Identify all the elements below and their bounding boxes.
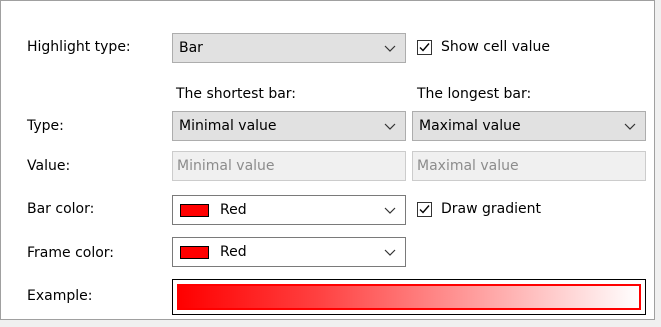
chevron-down-icon [384,249,396,256]
checkmark-icon [419,43,430,52]
example-preview [172,279,646,315]
bar-color-swatch [180,204,209,217]
example-label: Example: [27,288,93,304]
frame-color-swatch [180,246,209,259]
show-cell-value-checkbox[interactable] [417,40,432,55]
longest-type-value: Maximal value [419,118,521,134]
show-cell-value-label: Show cell value [441,39,551,55]
draw-gradient-label: Draw gradient [441,201,541,217]
value-label: Value: [27,158,71,174]
highlight-type-value: Bar [179,40,203,56]
longest-value-placeholder: Maximal value [417,158,519,174]
shortest-value-placeholder: Minimal value [177,158,275,174]
frame-color-label: Frame color: [27,245,115,261]
highlight-type-label: Highlight type: [27,39,131,55]
shortest-bar-header: The shortest bar: [176,86,297,102]
bar-color-value: Red [220,202,247,218]
chevron-down-icon [384,45,396,52]
chevron-down-icon [384,207,396,214]
shortest-type-value: Minimal value [179,118,277,134]
bar-settings-panel: Highlight type: Bar Show cell value The … [0,0,655,320]
chevron-down-icon [384,123,396,130]
example-gradient-bar [177,284,641,310]
type-label: Type: [27,118,64,134]
shortest-type-combobox[interactable]: Minimal value [172,111,406,141]
frame-color-value: Red [220,244,247,260]
shortest-value-input[interactable]: Minimal value [172,151,406,181]
draw-gradient-checkbox[interactable] [417,202,432,217]
checkmark-icon [419,205,430,214]
longest-type-combobox[interactable]: Maximal value [412,111,646,141]
chevron-down-icon [624,123,636,130]
frame-color-combobox[interactable]: Red [172,237,406,267]
longest-value-input[interactable]: Maximal value [412,151,646,181]
bar-color-label: Bar color: [27,201,95,217]
bar-color-combobox[interactable]: Red [172,195,406,225]
highlight-type-combobox[interactable]: Bar [172,33,406,63]
longest-bar-header: The longest bar: [417,86,532,102]
